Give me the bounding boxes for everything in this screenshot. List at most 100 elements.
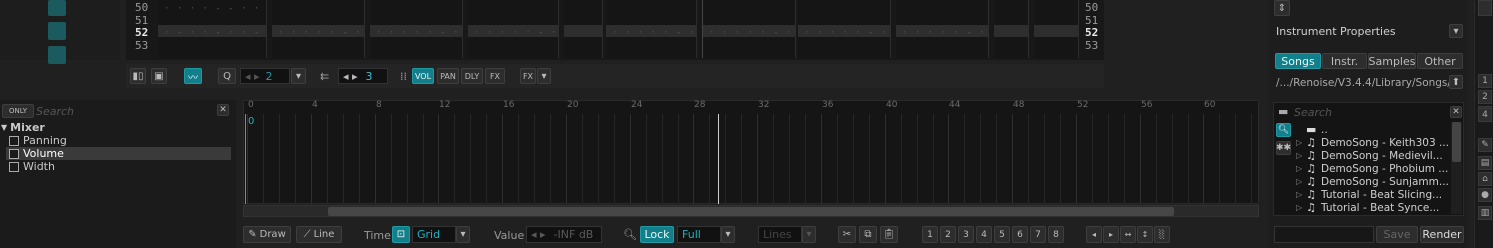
pattern-track[interactable]: · · · · · - · — [468, 0, 559, 58]
preset-8-button[interactable]: 8 — [1048, 226, 1064, 243]
column-fx-toggle[interactable]: FX — [485, 68, 505, 84]
file-row[interactable]: ▷ ♫ Tutorial - Beat Slicing... — [1296, 188, 1442, 201]
tab-instruments[interactable]: Instr. — [1322, 53, 1367, 69]
file-row[interactable]: ▷ ♫ DemoSong - Phobium ... — [1296, 162, 1448, 175]
expand-arrow-icon[interactable]: ▷ — [1296, 151, 1306, 160]
column-vol-toggle[interactable]: VOL — [412, 68, 434, 84]
printer-icon[interactable]: ▤ — [1478, 156, 1492, 170]
expand-icon[interactable]: ⇕ — [1274, 0, 1290, 16]
checkbox[interactable] — [9, 148, 19, 159]
slot-4-button[interactable]: 4 — [1478, 108, 1492, 122]
cut-icon[interactable]: ✂ — [838, 226, 856, 243]
interpolation-dropdown[interactable]: ▾ — [802, 226, 816, 243]
search-icon[interactable]: 🔍︎ — [1276, 123, 1291, 137]
spinner-arrows-icon[interactable]: ◂ ▸ — [343, 70, 358, 83]
time-mode-dropdown[interactable]: ▾ — [456, 226, 470, 243]
slot-2-button[interactable]: 2 — [1478, 90, 1492, 104]
pattern-track[interactable]: · · · · · - · — [798, 0, 891, 58]
only-filter-toggle[interactable]: ONLY — [2, 104, 34, 118]
automation-view-button[interactable]: 〰 — [184, 68, 202, 84]
paste-icon[interactable]: 📋︎ — [880, 226, 898, 243]
quantize-icon[interactable]: Q — [218, 68, 236, 84]
file-search-input[interactable]: Search — [1294, 105, 1444, 119]
tab-other[interactable]: Other — [1417, 53, 1463, 69]
preset-1-button[interactable]: 1 — [922, 226, 938, 243]
favorites-icon[interactable]: ✱✱ — [1276, 141, 1291, 155]
parameter-search-input[interactable]: Search — [36, 104, 216, 119]
checkbox[interactable] — [9, 135, 19, 146]
time-mode-select[interactable]: Grid — [412, 226, 456, 243]
preset-7-button[interactable]: 7 — [1030, 226, 1046, 243]
automation-envelope-area[interactable] — [243, 100, 1259, 204]
value-readout-field[interactable]: ◂ ▸ -INF dB — [526, 226, 602, 243]
lock-mode-select[interactable]: Full — [677, 226, 721, 243]
pattern-track[interactable] — [1034, 0, 1079, 58]
pattern-track[interactable]: · · · · - - · · · - · · - · · - — [158, 0, 267, 58]
instrument-slot-button[interactable] — [48, 0, 66, 16]
lpb-spinner[interactable]: ◂ ▸ 2 — [240, 68, 290, 84]
scrollbar-thumb[interactable] — [328, 207, 1174, 216]
render-button[interactable]: Render — [1420, 226, 1464, 243]
spinner-arrows-icon[interactable]: ◂ ▸ — [245, 70, 260, 83]
collapse-arrow-icon[interactable]: ▼ — [1, 123, 7, 132]
user-icon[interactable]: ● — [1478, 188, 1492, 202]
interpolation-select[interactable]: Lines — [758, 226, 802, 243]
sample-view-button[interactable]: ▣ — [151, 68, 167, 84]
fx-column-button[interactable]: FX — [520, 68, 536, 84]
home-icon[interactable]: ⌂ — [1478, 172, 1492, 186]
file-row[interactable]: ▷ ♫ DemoSong - Sunjamm... — [1296, 175, 1449, 188]
file-row[interactable]: ▷ ♫ Tutorial - Beat Synce... — [1296, 201, 1439, 214]
save-button[interactable]: Save — [1376, 226, 1418, 243]
filename-input[interactable] — [1274, 226, 1374, 243]
preset-2-button[interactable]: 2 — [940, 226, 956, 243]
pattern-track[interactable] — [994, 0, 1029, 58]
expand-arrow-icon[interactable]: ▷ — [1296, 164, 1306, 173]
column-dly-toggle[interactable]: DLY — [461, 68, 483, 84]
pattern-track[interactable]: · · · · · - · — [272, 0, 365, 58]
panel-toggle-icon[interactable] — [1478, 0, 1492, 16]
file-row[interactable]: ▷ ♫ DemoSong - Keith303 ... — [1296, 136, 1449, 149]
time-snap-icon[interactable]: ⊡ — [392, 226, 410, 243]
shift-right-icon[interactable]: ▸ — [1103, 226, 1119, 243]
tree-item-width[interactable]: Width — [9, 160, 55, 173]
shift-left-icon[interactable]: ◂ — [1086, 226, 1102, 243]
properties-dropdown[interactable]: ▾ — [1449, 24, 1463, 38]
parent-folder-icon[interactable]: ⬆ — [1449, 75, 1463, 89]
spinner-arrows-icon[interactable]: ◂ ▸ — [531, 228, 546, 241]
scrollbar-thumb[interactable] — [1452, 122, 1461, 162]
expand-arrow-icon[interactable]: ▷ — [1296, 190, 1306, 199]
preset-4-button[interactable]: 4 — [976, 226, 992, 243]
slot-1-button[interactable]: 1 — [1478, 74, 1492, 88]
instrument-slot-button[interactable] — [48, 46, 66, 64]
lpb-dropdown-button[interactable]: ▾ — [291, 68, 306, 84]
expand-arrow-icon[interactable]: ▷ — [1296, 203, 1306, 212]
pattern-track[interactable] — [564, 0, 603, 58]
preset-3-button[interactable]: 3 — [958, 226, 974, 243]
stretch-horizontal-icon[interactable]: ↔ — [1120, 226, 1136, 243]
library-icon[interactable]: ▥ — [1478, 206, 1492, 220]
preset-5-button[interactable]: 5 — [994, 226, 1010, 243]
tab-samples[interactable]: Samples — [1368, 53, 1416, 69]
pattern-track[interactable]: · · · · · - · — [702, 0, 796, 58]
tree-group-mixer[interactable]: ▼ Mixer — [1, 121, 45, 134]
column-pan-toggle[interactable]: PAN — [437, 68, 459, 84]
pencil-icon[interactable]: ✎ — [1478, 138, 1492, 152]
preset-6-button[interactable]: 6 — [1012, 226, 1028, 243]
split-view-button[interactable]: ▮▯ — [130, 68, 146, 84]
stretch-vertical-icon[interactable]: ↕ — [1137, 226, 1153, 243]
lock-mode-dropdown[interactable]: ▾ — [721, 226, 735, 243]
pattern-track[interactable]: · · · · · - · — [896, 0, 989, 58]
fx-dropdown-button[interactable]: ▾ — [537, 68, 551, 84]
close-icon[interactable]: ✕ — [217, 104, 229, 116]
tab-songs[interactable]: Songs — [1275, 53, 1321, 69]
tree-item-volume[interactable]: Volume — [9, 147, 64, 160]
horizontal-scrollbar[interactable] — [243, 205, 1259, 217]
copy-icon[interactable]: ⧉ — [859, 226, 877, 243]
file-list-scrollbar[interactable] — [1451, 122, 1462, 214]
pattern-track[interactable]: · · · · · - · — [370, 0, 463, 58]
checkbox[interactable] — [9, 161, 19, 172]
lock-toggle[interactable]: Lock — [640, 226, 674, 243]
line-tool-button[interactable]: ⟋ Line — [296, 226, 342, 243]
parent-folder-row[interactable]: ▬.. — [1296, 123, 1328, 136]
expand-arrow-icon[interactable]: ▷ — [1296, 177, 1306, 186]
